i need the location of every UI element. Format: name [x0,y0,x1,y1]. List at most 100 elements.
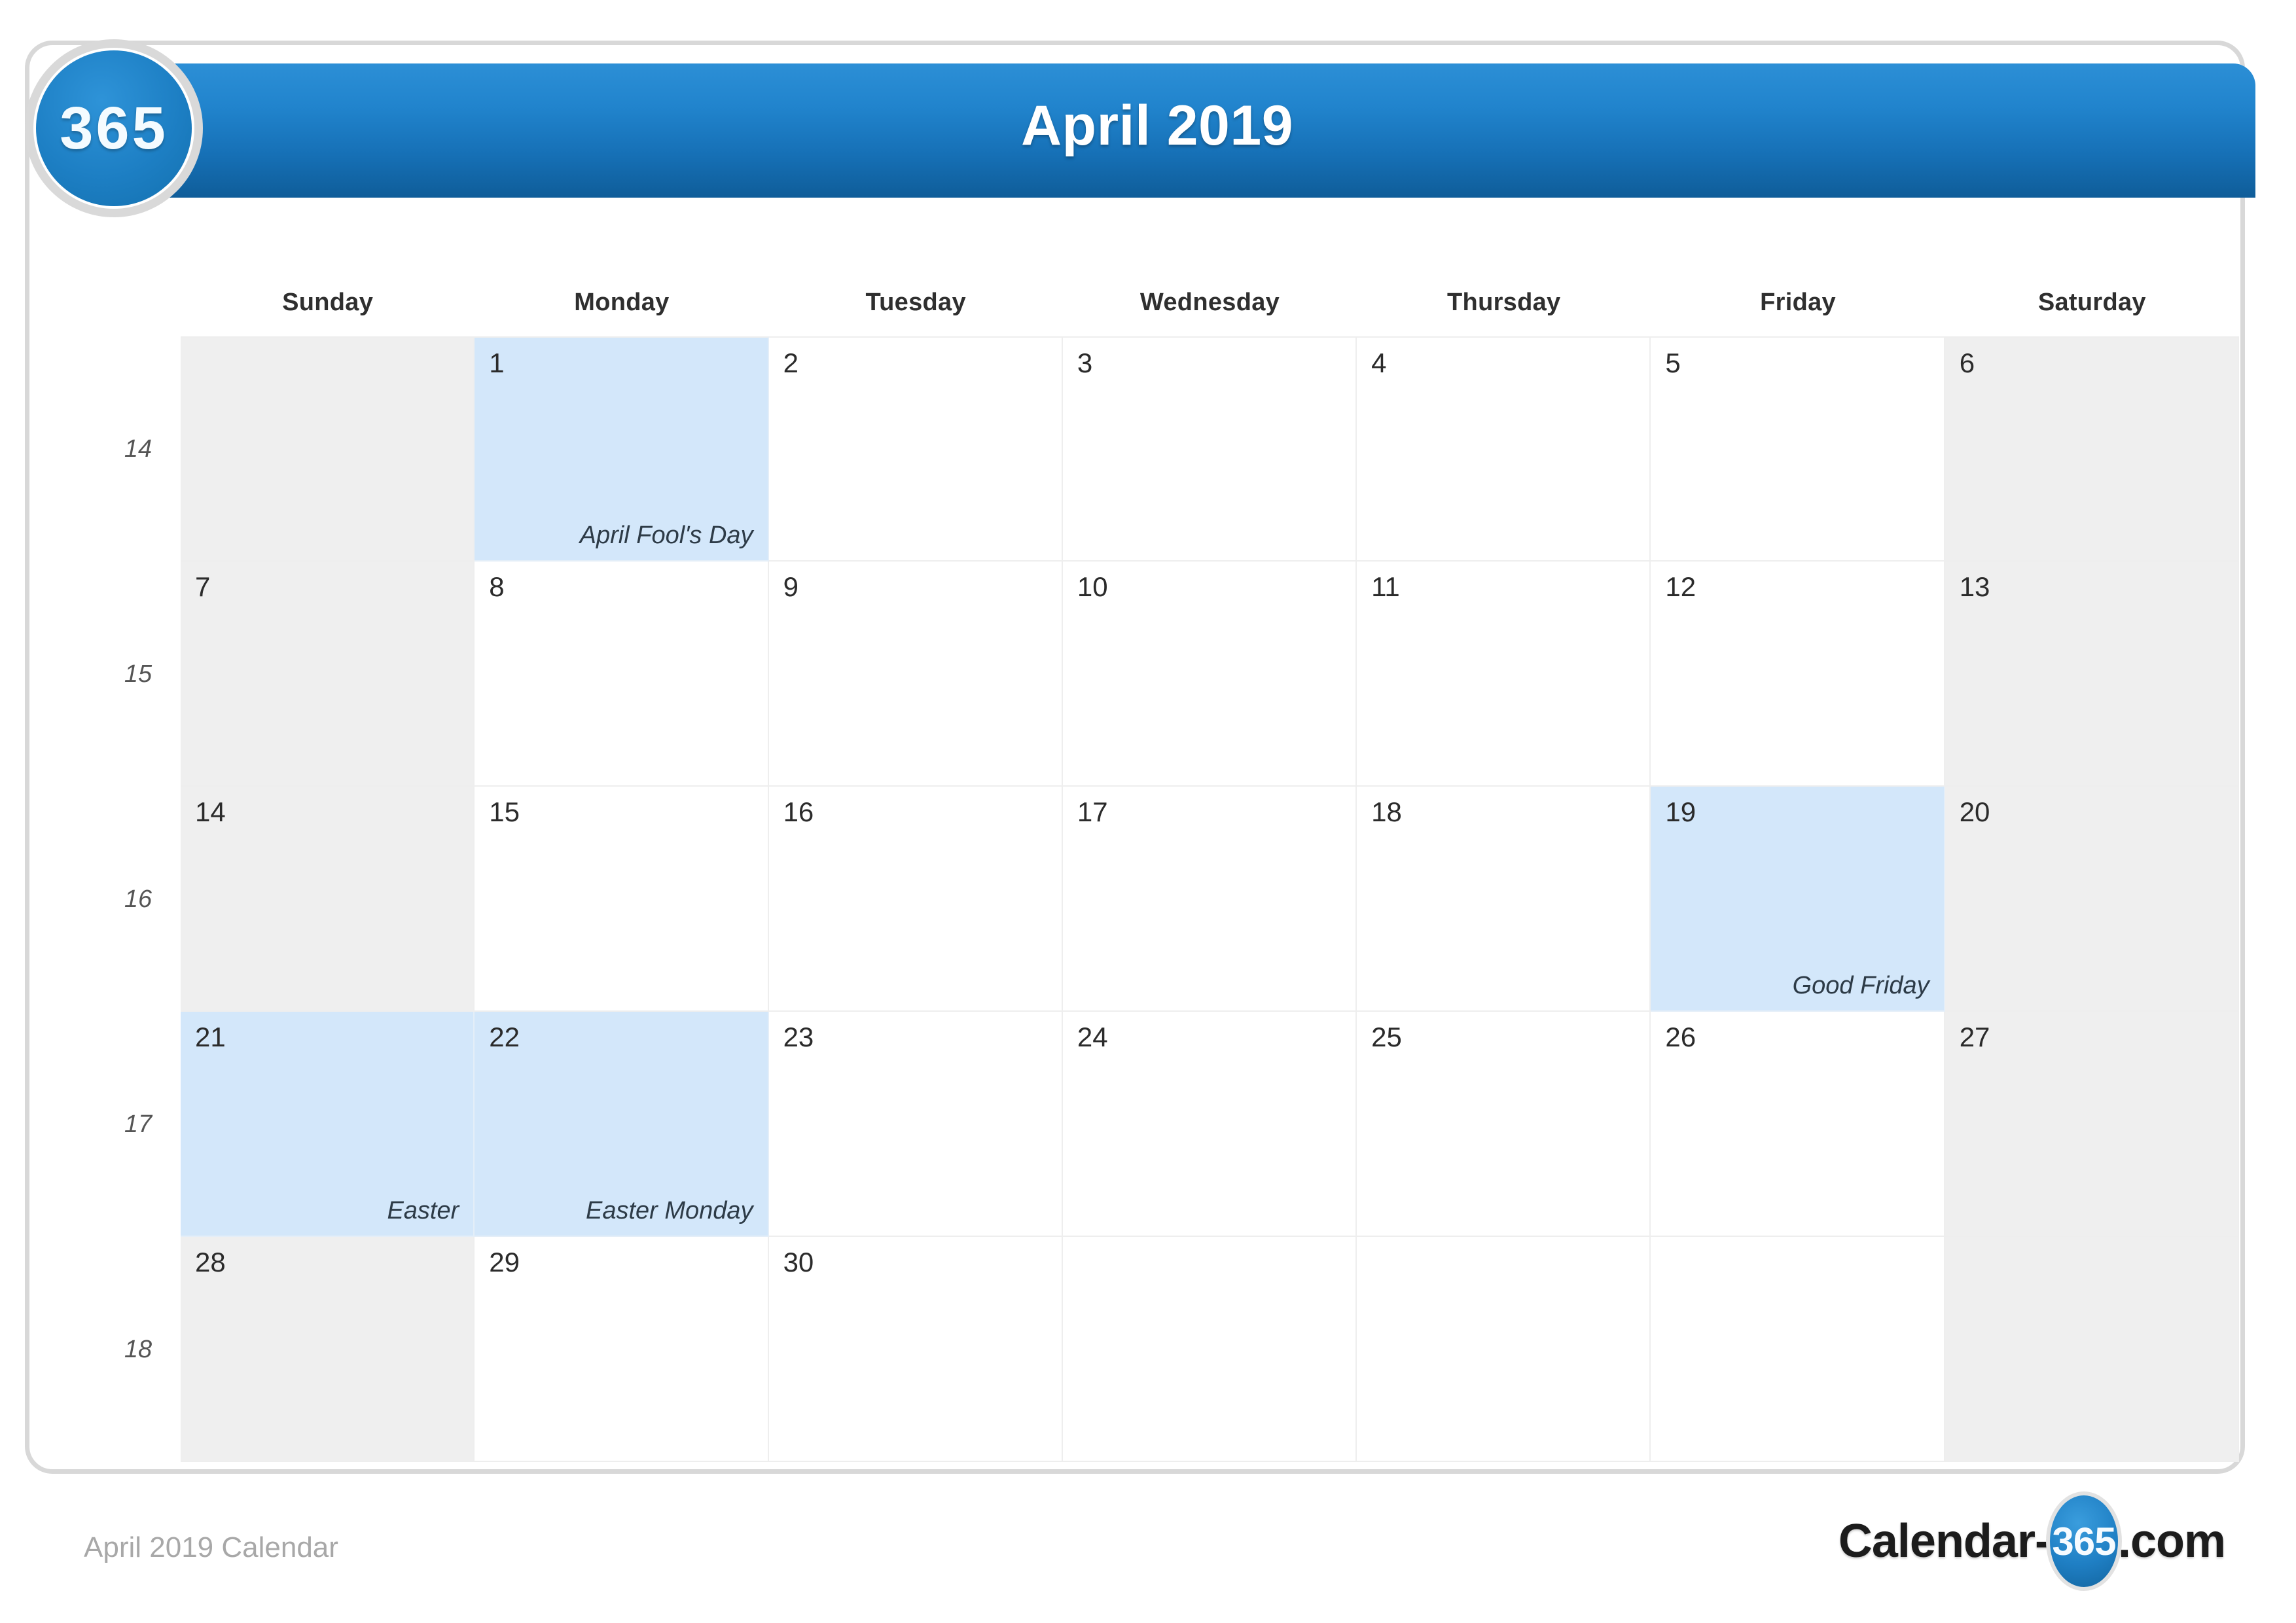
day-cell-2[interactable]: 2 [768,336,1063,562]
weekday-header-sunday: Sunday [282,289,374,316]
day-cell-empty [181,336,475,562]
week-number: 14 [124,435,152,463]
day-number: 8 [489,571,505,602]
event-label: April Fool's Day [579,522,753,549]
day-number: 12 [1665,571,1696,602]
day-number: 17 [1077,796,1108,827]
week-row: 18 28 29 30 [124,1237,2239,1462]
page-title: April 2019 [1020,94,1294,157]
day-cell-empty [1062,1237,1357,1462]
day-cell-19[interactable]: 19 Good Friday [1651,787,1945,1012]
calendar-grid: 14 1 April Fool's Day 2 3 4 5 6 15 7 8 9 10 11 12 13 16 1… [124,336,2239,1462]
day-cell-12[interactable]: 12 [1651,562,1945,787]
weekday-header-friday: Friday [1760,289,1836,316]
day-number: 28 [195,1247,226,1277]
week-row: 17 21 Easter 22 Easter Monday 23 24 25 26 27 [124,1012,2239,1237]
week-row: 14 1 April Fool's Day 2 3 4 5 6 [124,336,2239,562]
day-number: 14 [195,796,226,827]
day-number: 6 [1959,348,1975,378]
event-label: Easter [387,1197,459,1224]
day-cell-empty [1945,1237,2239,1462]
week-row: 15 7 8 9 10 11 12 13 [124,562,2239,787]
brand-badge-circle: 365 [36,50,192,206]
day-cell-22[interactable]: 22 Easter Monday [475,1012,769,1237]
day-cell-3[interactable]: 3 [1062,336,1357,562]
day-cell-26[interactable]: 26 [1651,1012,1945,1237]
footer-logo-365-icon: 365 [2045,1491,2122,1591]
day-number: 15 [489,796,520,827]
day-number: 3 [1077,348,1093,378]
calendar-header-bar: April 2019 [59,63,2255,198]
weekday-header-saturday: Saturday [2037,289,2146,316]
day-number: 2 [783,348,798,378]
day-number: 26 [1665,1022,1696,1052]
day-number: 20 [1959,796,1990,827]
day-cell-empty [1357,1237,1651,1462]
day-number: 11 [1371,571,1400,602]
day-cell-14[interactable]: 14 [181,787,475,1012]
weekday-header-wednesday: Wednesday [1139,289,1280,316]
day-number: 13 [1959,571,1990,602]
day-cell-20[interactable]: 20 [1945,787,2239,1012]
day-number: 25 [1371,1022,1402,1052]
day-cell-1[interactable]: 1 April Fool's Day [475,336,769,562]
week-number: 15 [124,660,152,688]
day-number: 21 [195,1022,226,1052]
day-cell-30[interactable]: 30 [768,1237,1063,1462]
day-cell-28[interactable]: 28 [181,1237,475,1462]
brand-badge-label: 365 [60,94,168,162]
week-number: 16 [124,885,152,913]
footer-logo-365-label: 365 [2052,1519,2116,1563]
day-cell-empty [1651,1237,1945,1462]
day-cell-15[interactable]: 15 [475,787,769,1012]
day-number: 29 [489,1247,520,1277]
footer-logo[interactable]: Calendar- 365 .com [1838,1491,2226,1591]
day-cell-21[interactable]: 21 Easter [181,1012,475,1237]
week-row: 16 14 15 16 17 18 19 Good Friday 20 [124,787,2239,1012]
day-number: 23 [783,1022,814,1052]
day-cell-18[interactable]: 18 [1357,787,1651,1012]
footer-caption: April 2019 Calendar [84,1531,338,1563]
day-number: 4 [1371,348,1387,378]
day-cell-25[interactable]: 25 [1357,1012,1651,1237]
day-cell-17[interactable]: 17 [1062,787,1357,1012]
day-cell-29[interactable]: 29 [475,1237,769,1462]
weekday-header-row: Sunday Monday Tuesday Wednesday Thursday… [181,289,2239,317]
day-number: 22 [489,1022,520,1052]
day-cell-10[interactable]: 10 [1062,562,1357,787]
day-number: 24 [1077,1022,1108,1052]
day-number: 1 [489,348,505,378]
day-number: 30 [783,1247,814,1277]
day-cell-7[interactable]: 7 [181,562,475,787]
day-cell-8[interactable]: 8 [475,562,769,787]
day-cell-9[interactable]: 9 [768,562,1063,787]
day-number: 19 [1665,796,1696,827]
footer-logo-text-right: .com [2117,1515,2226,1567]
day-cell-13[interactable]: 13 [1945,562,2239,787]
week-number: 18 [124,1335,152,1363]
day-cell-6[interactable]: 6 [1945,336,2239,562]
weekday-header-tuesday: Tuesday [865,289,966,316]
event-label: Easter Monday [585,1197,753,1224]
day-number: 18 [1371,796,1402,827]
day-number: 10 [1077,571,1108,602]
weekday-header-monday: Monday [574,289,670,316]
event-label: Good Friday [1792,972,1929,999]
day-cell-27[interactable]: 27 [1945,1012,2239,1237]
day-number: 27 [1959,1022,1990,1052]
day-cell-23[interactable]: 23 [768,1012,1063,1237]
footer-logo-text-left: Calendar- [1838,1515,2051,1567]
day-number: 16 [783,796,814,827]
week-number: 17 [124,1110,152,1138]
day-number: 9 [783,571,798,602]
calendar-card: 365 Sunday Monday Tuesday Wednesday Thur… [25,41,2245,1474]
day-cell-16[interactable]: 16 [768,787,1063,1012]
day-number: 5 [1665,348,1681,378]
day-cell-4[interactable]: 4 [1357,336,1651,562]
day-number: 7 [195,571,211,602]
brand-badge-365: 365 [25,39,203,217]
day-cell-11[interactable]: 11 [1357,562,1651,787]
day-cell-5[interactable]: 5 [1651,336,1945,562]
weekday-header-thursday: Thursday [1447,289,1561,316]
day-cell-24[interactable]: 24 [1062,1012,1357,1237]
